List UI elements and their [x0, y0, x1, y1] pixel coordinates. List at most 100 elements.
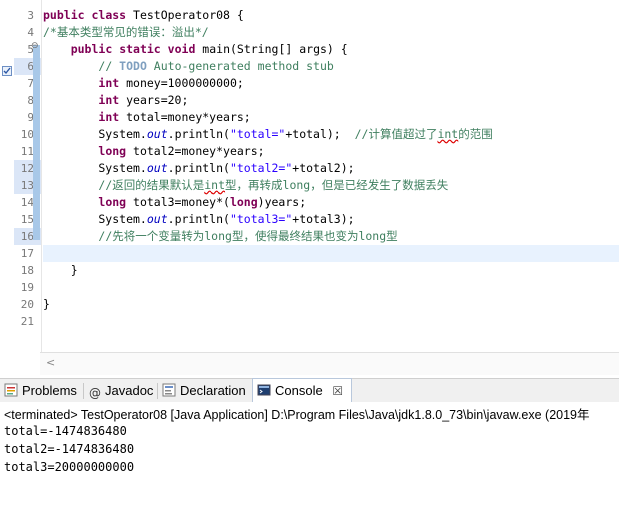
code-token: long — [98, 195, 127, 209]
code-token: out — [146, 161, 168, 175]
code-token: ，但是已经发生了数据丢失 — [310, 178, 449, 192]
tab-problems[interactable]: Problems — [4, 379, 77, 403]
tab-label: Console — [275, 383, 323, 398]
tab-console[interactable]: Console ☒ — [252, 378, 352, 404]
code-token: main(String[] args) { — [195, 42, 348, 56]
line-number: 10 — [20, 128, 34, 141]
code-token: total3=money*( — [126, 195, 230, 209]
code-token: +total2); — [292, 161, 355, 175]
code-token: total=money*years; — [119, 110, 251, 124]
code-line[interactable]: public static void main(String[] args) { — [43, 41, 619, 58]
code-token: +total); — [285, 127, 355, 141]
tab-separator — [83, 383, 84, 399]
code-token: void — [167, 42, 196, 56]
code-token: /*基本类型常见的错误：溢出*/ — [43, 25, 209, 39]
line-number: 17 — [20, 247, 34, 260]
code-line[interactable]: } — [43, 262, 619, 279]
close-icon[interactable]: ☒ — [332, 384, 343, 398]
code-token: int — [98, 110, 120, 124]
tab-javadoc[interactable]: @ Javadoc — [89, 379, 153, 403]
code-line[interactable]: System.out.println("total3="+total3); — [43, 211, 619, 228]
code-line[interactable]: int years=20; — [43, 92, 619, 109]
fold-toggle-icon[interactable]: ⊖ — [31, 41, 39, 51]
console-output-line: total=-1474836480 — [4, 424, 127, 438]
code-token: int — [204, 178, 226, 192]
line-number: 9 — [27, 111, 34, 124]
problems-icon — [4, 381, 18, 397]
code-token: 的范围 — [458, 127, 493, 141]
code-token: System. — [43, 127, 147, 141]
code-token: long — [98, 144, 127, 158]
code-token: public — [43, 8, 85, 22]
code-token: int — [98, 93, 120, 107]
task-marker-icon[interactable] — [2, 61, 12, 76]
line-number: 8 — [27, 94, 34, 107]
line-number: 11 — [20, 145, 34, 158]
view-tab-bar: Problems @ Javadoc Declaration Console ☒ — [0, 378, 619, 404]
code-token: int — [437, 127, 459, 141]
code-line[interactable]: //返回的结果默认是int型，再转成long，但是已经发生了数据丢失 — [43, 177, 619, 194]
code-token: +total3); — [292, 212, 355, 226]
code-token: years=20; — [119, 93, 189, 107]
code-token: .println( — [167, 212, 230, 226]
tab-label: Problems — [22, 383, 77, 398]
code-editor[interactable]: 3 4 5 6 7 8 9 10 11 12 13 14 15 16 17 18 19 20 21 ⊖ public… — [0, 0, 619, 352]
code-token: Auto-generated method stub — [146, 59, 334, 73]
code-line[interactable] — [43, 279, 619, 296]
code-line[interactable]: //先将一个变量转为long型，使得最终结果也变为long型 — [43, 228, 619, 245]
code-line[interactable] — [43, 245, 619, 262]
code-token: "total=" — [229, 127, 286, 141]
code-token: long — [204, 229, 232, 243]
code-line[interactable]: long total2=money*years; — [43, 143, 619, 160]
code-token: class — [91, 8, 127, 22]
code-token: long — [282, 178, 311, 192]
tab-declaration[interactable]: Declaration — [162, 379, 246, 403]
code-line[interactable] — [43, 313, 619, 330]
code-line[interactable]: System.out.println("total="+total); //计算… — [43, 126, 619, 143]
code-line[interactable]: int total=money*years; — [43, 109, 619, 126]
code-token: 型 — [386, 229, 398, 243]
code-line[interactable]: long total3=money*(long)years; — [43, 194, 619, 211]
line-number: 7 — [27, 77, 34, 90]
console-icon — [257, 381, 271, 396]
line-number: 3 — [27, 9, 34, 22]
horizontal-scrollbar[interactable]: < — [40, 352, 619, 375]
code-line[interactable]: int money=1000000000; — [43, 75, 619, 92]
code-token: long — [229, 195, 258, 209]
code-token: "total3=" — [229, 212, 293, 226]
code-token: int — [98, 76, 120, 90]
tab-label: Javadoc — [105, 383, 154, 398]
code-token: .println( — [167, 161, 230, 175]
code-token: TestOperator08 { — [126, 8, 244, 22]
line-number: 14 — [20, 196, 34, 209]
code-token: out — [146, 212, 168, 226]
code-token: long — [358, 229, 387, 243]
code-token: } — [43, 263, 78, 277]
code-token: )years; — [257, 195, 307, 209]
code-token: //计算值超过了 — [354, 127, 438, 141]
line-number: 15 — [20, 213, 34, 226]
line-number: 18 — [20, 264, 34, 277]
code-line[interactable]: /*基本类型常见的错误：溢出*/ — [43, 24, 619, 41]
code-line[interactable]: // TODO Auto-generated method stub — [43, 58, 619, 75]
console-output-line: total3=20000000000 — [4, 460, 135, 474]
code-line[interactable]: } — [43, 296, 619, 313]
code-line[interactable]: System.out.println("total2="+total2); — [43, 160, 619, 177]
line-number: 20 — [20, 298, 34, 311]
code-token: 型，再转成 — [225, 178, 283, 192]
scroll-left-icon[interactable]: < — [46, 356, 55, 369]
code-line[interactable]: public class TestOperator08 { — [43, 7, 619, 24]
code-token: total2=money*years; — [126, 144, 265, 158]
annotation-ruler — [0, 0, 14, 352]
line-number: 21 — [20, 315, 34, 328]
quick-diff-bar — [33, 45, 40, 240]
console-view[interactable]: <terminated> TestOperator08 [Java Applic… — [0, 402, 619, 513]
